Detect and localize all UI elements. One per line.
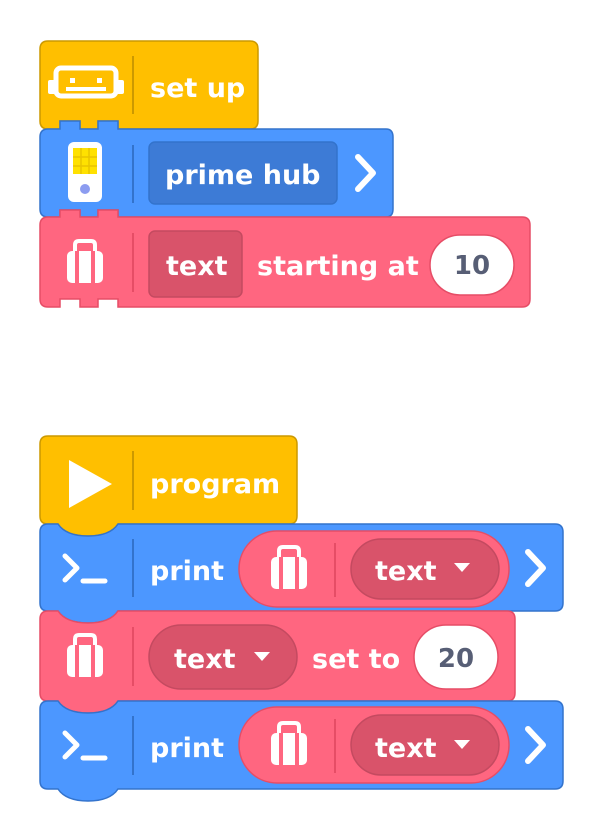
variable-dropdown-text: text xyxy=(375,733,437,764)
variable-reporter[interactable]: text xyxy=(238,530,510,608)
variable-dropdown-text: text xyxy=(375,556,437,587)
variable-name-field[interactable]: text xyxy=(148,230,243,298)
set-to-label: set to xyxy=(312,644,400,675)
setup-stack: set up prime hub text starting at 10 xyxy=(39,40,531,308)
program-hat-block[interactable]: program xyxy=(39,435,298,537)
block-canvas: set up prime hub text starting at 10 pro… xyxy=(39,40,564,802)
program-hat-label: program xyxy=(150,469,280,500)
program-stack: program print text text set to 20 print … xyxy=(39,435,564,802)
print-label: print xyxy=(150,733,224,764)
variable-dropdown[interactable]: text xyxy=(350,538,500,600)
hub-selector-block[interactable]: prime hub xyxy=(39,120,394,218)
print-block[interactable]: print text xyxy=(39,523,564,624)
hub-dropdown[interactable]: prime hub xyxy=(148,141,338,205)
variable-reporter[interactable]: text xyxy=(238,706,510,784)
starting-value-text: 10 xyxy=(454,251,490,281)
variable-dropdown-text: text xyxy=(174,644,236,675)
hub-dropdown-value: prime hub xyxy=(165,160,321,191)
set-value-input[interactable]: 20 xyxy=(413,624,499,690)
setup-hat-label: set up xyxy=(150,73,245,104)
setup-hat-block[interactable]: set up xyxy=(39,40,259,130)
variable-dropdown[interactable]: text xyxy=(148,624,298,690)
variable-declare-block[interactable]: text starting at 10 xyxy=(39,209,531,308)
starting-at-label: starting at xyxy=(257,251,419,282)
hub-icon xyxy=(68,142,102,202)
print-label: print xyxy=(150,556,224,587)
variable-dropdown[interactable]: text xyxy=(350,714,500,776)
starting-value-input[interactable]: 10 xyxy=(429,234,515,296)
print-block[interactable]: print text xyxy=(39,700,564,802)
variable-name-text: text xyxy=(166,251,228,282)
set-value-text: 20 xyxy=(438,644,474,674)
variable-set-block[interactable]: text set to 20 xyxy=(39,610,516,714)
